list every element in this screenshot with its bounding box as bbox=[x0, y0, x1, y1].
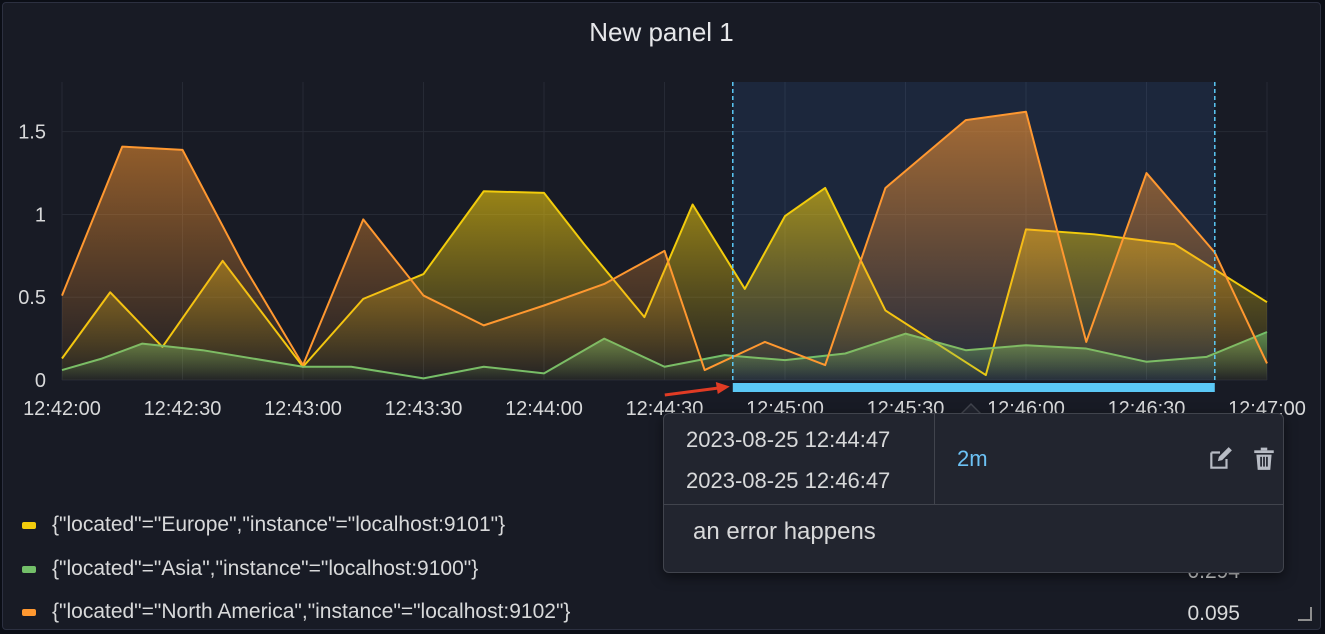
y-tick-label: 0 bbox=[35, 370, 46, 392]
legend-label: {"located"="Asia","instance"="localhost:… bbox=[52, 557, 479, 580]
y-tick-label: 1 bbox=[35, 204, 46, 226]
legend-item-north-america[interactable]: {"located"="North America","instance"="l… bbox=[22, 597, 570, 627]
y-tick-label: 0.5 bbox=[18, 287, 46, 309]
x-tick-label: 12:42:30 bbox=[144, 398, 222, 420]
y-tick-label: 1.5 bbox=[18, 122, 46, 144]
annotation-marker-bar bbox=[732, 383, 1215, 392]
trash-icon[interactable] bbox=[1251, 446, 1277, 472]
tooltip-divider bbox=[664, 504, 1283, 505]
annotation-text: an error happens bbox=[693, 518, 876, 545]
annotation-tooltip: 2023-08-25 12:44:47 2023-08-25 12:46:47 … bbox=[663, 413, 1284, 573]
annotation-time-range: 2023-08-25 12:44:47 2023-08-25 12:46:47 bbox=[664, 414, 935, 504]
x-tick-label: 12:43:00 bbox=[264, 398, 342, 420]
edit-icon[interactable] bbox=[1207, 446, 1233, 472]
legend-label: {"located"="North America","instance"="l… bbox=[52, 600, 571, 623]
legend-label: {"located"="Europe","instance"="localhos… bbox=[52, 513, 506, 536]
legend-swatch bbox=[22, 521, 36, 529]
annotation-arrow-icon bbox=[664, 382, 730, 397]
x-tick-label: 12:44:00 bbox=[505, 398, 583, 420]
legend-item-europe[interactable]: {"located"="Europe","instance"="localhos… bbox=[22, 510, 505, 540]
x-tick-label: 12:42:00 bbox=[23, 398, 101, 420]
legend-swatch bbox=[22, 565, 36, 573]
legend-swatch bbox=[22, 608, 36, 616]
legend-value-north-america: 0.095 bbox=[1187, 602, 1240, 625]
x-tick-label: 12:43:30 bbox=[385, 398, 463, 420]
annotation-time-end: 2023-08-25 12:46:47 bbox=[686, 468, 891, 493]
annotation-time-start: 2023-08-25 12:44:47 bbox=[686, 427, 891, 452]
legend-item-asia[interactable]: {"located"="Asia","instance"="localhost:… bbox=[22, 554, 478, 584]
annotation-duration: 2m bbox=[957, 446, 988, 471]
